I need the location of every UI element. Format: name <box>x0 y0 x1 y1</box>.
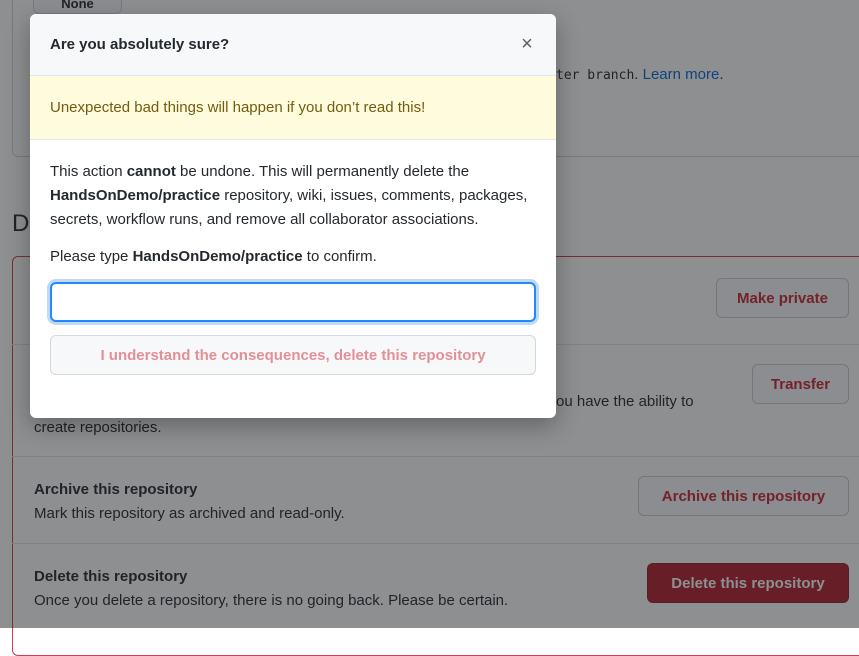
close-icon[interactable]: × <box>518 34 536 56</box>
delete-confirm-dialog: Are you absolutely sure? × Unexpected ba… <box>30 14 556 418</box>
dialog-body: This action cannot be undone. This will … <box>30 160 556 375</box>
cannot-emphasis: cannot <box>126 163 176 180</box>
repo-name-confirm-input[interactable] <box>50 282 536 322</box>
dialog-description: This action cannot be undone. This will … <box>50 163 528 228</box>
repo-name: HandsOnDemo/practice <box>50 187 221 204</box>
dialog-title: Are you absolutely sure? <box>50 36 230 53</box>
confirm-delete-button[interactable]: I understand the consequences, delete th… <box>50 335 536 375</box>
warning-banner: Unexpected bad things will happen if you… <box>30 76 556 140</box>
confirm-instruction: Please type HandsOnDemo/practice to conf… <box>50 248 377 265</box>
dialog-header: Are you absolutely sure? × <box>30 14 556 76</box>
confirm-repo-name: HandsOnDemo/practice <box>132 248 303 265</box>
